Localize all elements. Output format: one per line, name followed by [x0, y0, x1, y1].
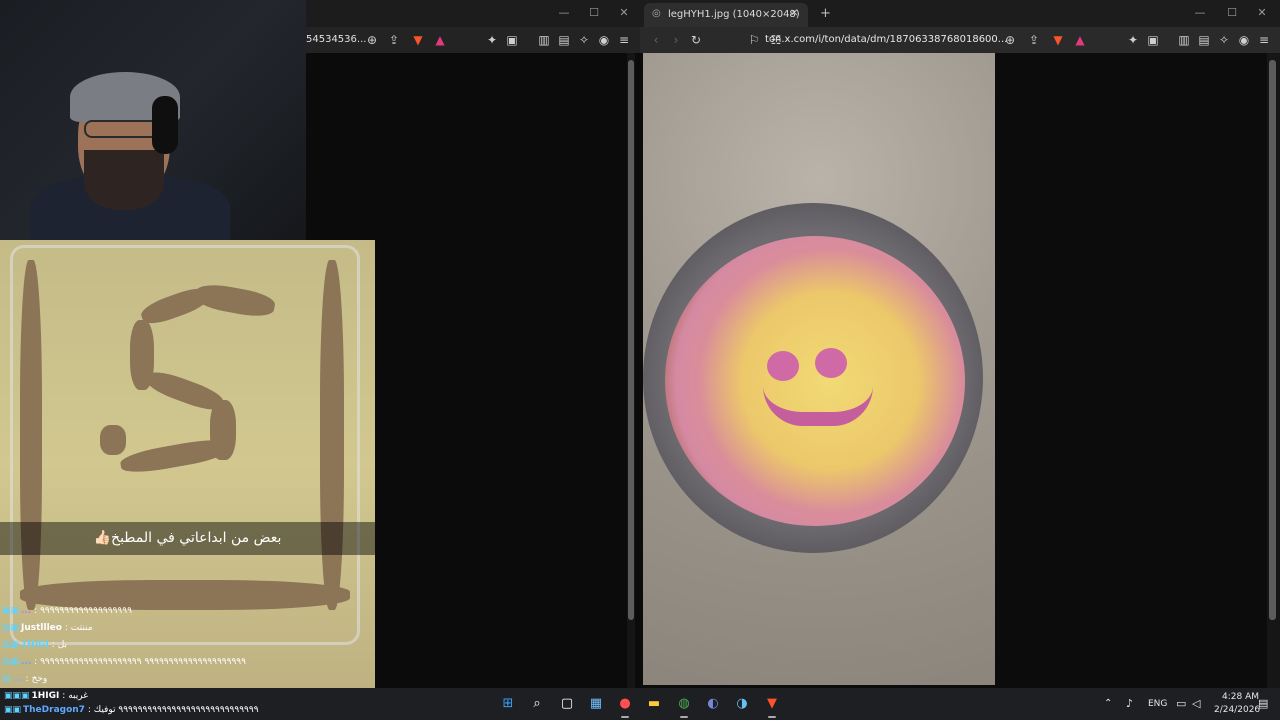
streamer-glasses: [84, 120, 162, 138]
network-icon[interactable]: ▭: [1176, 697, 1186, 710]
smoothie-image: [643, 53, 995, 685]
new-tab-button[interactable]: +: [820, 6, 831, 21]
smiley-mouth: [763, 386, 873, 426]
back-icon[interactable]: ‹: [648, 32, 664, 48]
bowl: [643, 203, 983, 553]
left-title-bar: — ☐ ✕: [306, 0, 640, 27]
taskbar: ▣▣▣ 1HIGI : غريبه ▣▣ TheDragon7 : ٩٩٩٩٩٩٩٩…: [0, 688, 1280, 720]
screenshot-icon[interactable]: ▣: [1145, 32, 1161, 48]
headset-icon: [152, 96, 178, 154]
sidebar-icon[interactable]: ▥: [536, 32, 552, 48]
smiley-left-eye: [767, 351, 799, 381]
windows-icon[interactable]: ⊞: [497, 693, 519, 715]
brave-shield-icon[interactable]: ▼: [410, 32, 426, 48]
left-url-fragment[interactable]: 54534536...: [306, 34, 366, 45]
bookmark-icon[interactable]: ⚐: [746, 32, 762, 48]
close-icon[interactable]: ✕: [1252, 5, 1272, 21]
task-view-icon[interactable]: ▢: [556, 693, 578, 715]
clock-time[interactable]: 4:28 AM: [1222, 692, 1259, 702]
wallet-icon[interactable]: ▤: [556, 32, 572, 48]
chat-message: ▤▣ 1HIGI : بل: [2, 640, 68, 650]
clock-date[interactable]: 2/24/2026: [1214, 705, 1260, 715]
menu-icon[interactable]: ≡: [1256, 32, 1272, 48]
webcam-overlay: [0, 0, 306, 240]
smoothie-surface: [665, 236, 965, 526]
maximize-icon[interactable]: ☐: [584, 5, 604, 21]
maximize-icon[interactable]: ☐: [1222, 5, 1242, 21]
chat-message: ▤▣... : ٩٩٩٩٩٩٩٩٩٩٩٩٩٩٩٩٩٩٩٩٩ ٩٩٩٩٩٩٩٩٩٩…: [2, 657, 246, 667]
tab-image[interactable]: ◎ legHYH1.jpg (1040×2048) ✕: [644, 3, 808, 27]
taskbar-chat-overlay: ▣▣▣ 1HIGI : غريبه ▣▣ TheDragon7 : ٩٩٩٩٩٩٩٩…: [4, 691, 259, 715]
forward-icon[interactable]: ›: [668, 32, 684, 48]
extensions-icon[interactable]: ✦: [484, 32, 500, 48]
store-icon[interactable]: ▦: [585, 693, 607, 715]
brave-rewards-icon[interactable]: ▲: [1072, 32, 1088, 48]
right-scrollbar-thumb[interactable]: [1269, 60, 1276, 620]
stream-chat: ▣▣... : ٩٩٩٩٩٩٩٩٩٩٩٩٩٩٩٩٩٩٩ ▤▣ Justllleo …: [0, 603, 375, 688]
file-explorer-icon[interactable]: ▬: [643, 693, 665, 715]
reload-icon[interactable]: ↻: [688, 32, 704, 48]
notifications-icon[interactable]: ▤: [1258, 697, 1268, 710]
steam-icon[interactable]: ◑: [731, 693, 753, 715]
share-icon[interactable]: ⇪: [1026, 32, 1042, 48]
tab-close-icon[interactable]: ✕: [790, 8, 798, 19]
brave-icon[interactable]: ▼: [761, 693, 783, 718]
story-caption: بعض من ابداعاتي في المطبخ👍🏻: [0, 522, 375, 555]
streamer-beard: [84, 150, 164, 210]
extensions-icon[interactable]: ✦: [1125, 32, 1141, 48]
close-icon[interactable]: ✕: [614, 5, 634, 21]
tab-title: legHYH1.jpg (1040×2048): [668, 9, 800, 20]
zoom-icon[interactable]: ⊕: [364, 32, 380, 48]
app-icon[interactable]: ●: [614, 693, 636, 718]
search-icon[interactable]: ⌕: [526, 693, 548, 715]
address-bar[interactable]: ton.x.com/i/ton/data/dm/1870633876801860…: [765, 29, 1025, 51]
leo-icon[interactable]: ✧: [576, 32, 592, 48]
chat-message: ▤▣ Justllleo : مننتت: [2, 623, 93, 633]
minimize-icon[interactable]: —: [554, 5, 574, 21]
discord-icon[interactable]: ◐: [702, 693, 724, 715]
globe-icon: ◎: [652, 8, 661, 19]
brave-shield-icon[interactable]: ▼: [1050, 32, 1066, 48]
share-icon[interactable]: ⇪: [386, 32, 402, 48]
wallet-icon[interactable]: ▤: [1196, 32, 1212, 48]
vpn-icon[interactable]: ◉: [1236, 32, 1252, 48]
brave-rewards-icon[interactable]: ▲: [432, 32, 448, 48]
screenshot-icon[interactable]: ▣: [504, 32, 520, 48]
minimize-icon[interactable]: —: [1190, 5, 1210, 21]
menu-icon[interactable]: ≡: [616, 32, 632, 48]
microphone-icon[interactable]: ♪: [1126, 697, 1133, 710]
chat-message: ▤... : وخخ: [2, 674, 48, 684]
language-indicator[interactable]: ENG: [1148, 699, 1167, 709]
tray-chevron-icon[interactable]: ⌃: [1104, 698, 1112, 709]
sidebar-icon[interactable]: ▥: [1176, 32, 1192, 48]
left-scrollbar-thumb[interactable]: [628, 60, 634, 620]
volume-icon[interactable]: ◁: [1192, 697, 1200, 710]
chat-message: ▣▣... : ٩٩٩٩٩٩٩٩٩٩٩٩٩٩٩٩٩٩٩: [2, 606, 132, 616]
left-toolbar: 54534536... ⊕ ⇪ ▼ ▲ ✦ ▣ ▥ ▤ ✧ ◉ ≡: [306, 27, 640, 53]
leo-icon[interactable]: ✧: [1216, 32, 1232, 48]
smiley-right-eye: [815, 348, 847, 378]
vpn-icon[interactable]: ◉: [596, 32, 612, 48]
chrome-icon[interactable]: ◍: [673, 693, 695, 718]
